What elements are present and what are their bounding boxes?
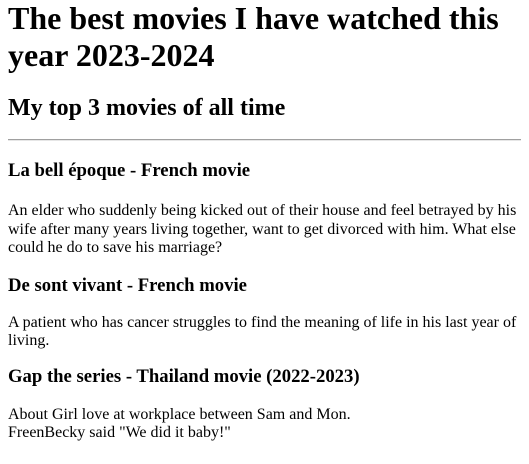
movie-entry: De sont vivant - French movie A patient …	[8, 275, 521, 351]
description-line: About Girl love at workplace between Sam…	[8, 405, 351, 423]
divider	[8, 139, 521, 141]
movie-heading: Gap the series - Thailand movie (2022-20…	[8, 365, 360, 387]
page-subtitle: My top 3 movies of all time	[8, 95, 286, 121]
movie-heading: La bell époque - French movie	[8, 160, 251, 181]
movie-entry: La bell époque - French movie An elder w…	[8, 160, 521, 258]
movie-entry: Gap the series - Thailand movie (2022-20…	[8, 366, 521, 443]
movie-heading: De sont vivant - French movie	[8, 274, 247, 296]
movie-description: An elder who suddenly being kicked out o…	[8, 202, 517, 256]
description-line: FreenBecky said "We did it baby!"	[8, 424, 231, 441]
movie-description: A patient who has cancer struggles to fi…	[8, 313, 517, 350]
page-title: The best movies I have watched this year…	[8, 0, 499, 73]
movie-description: About Girl love at workplace between Sam…	[8, 406, 521, 443]
page-content: The best movies I have watched this year…	[0, 0, 529, 443]
